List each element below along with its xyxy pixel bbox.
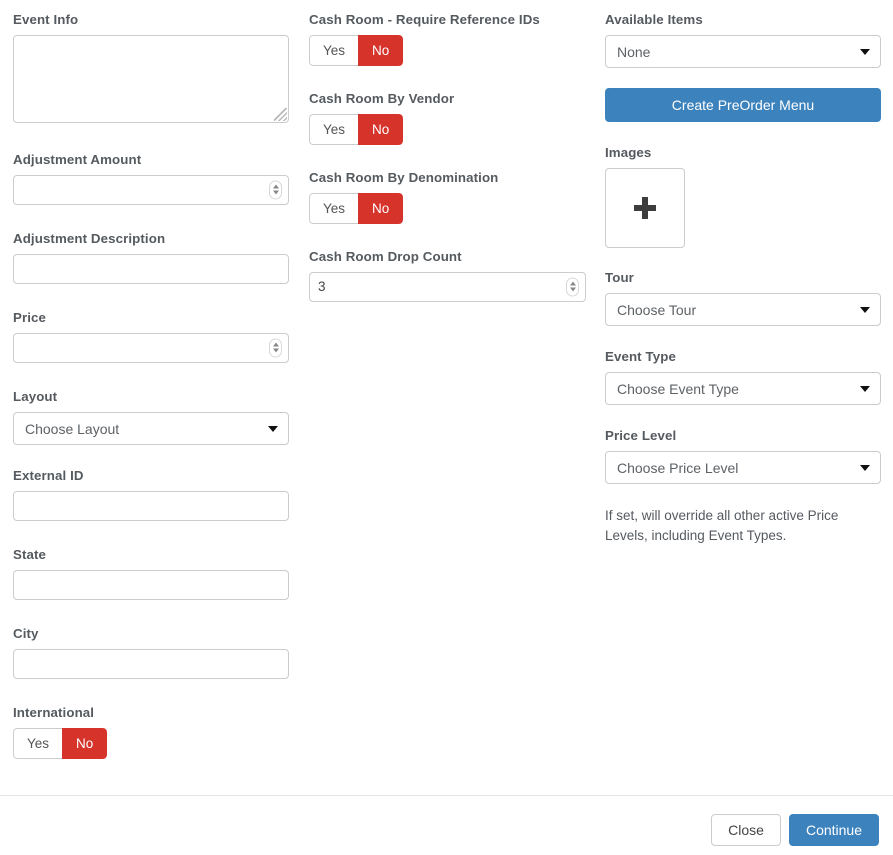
city-input[interactable] [13,649,289,679]
available-items-select[interactable]: None [605,35,881,68]
cash-room-by-denomination-toggle[interactable]: Yes No [309,193,403,224]
external-id-input[interactable] [13,491,289,521]
adjustment-description-label: Adjustment Description [13,231,289,247]
continue-button[interactable]: Continue [789,814,879,846]
cash-room-by-vendor-no-option[interactable]: No [358,114,403,145]
stepper-down-icon[interactable] [273,191,279,195]
field-city: City [13,626,289,679]
tour-select[interactable]: Choose Tour [605,293,881,326]
modal-body: Event Info Adjustment Amount Adjustme [0,0,893,795]
cash-room-drop-count-label: Cash Room Drop Count [309,249,586,265]
cash-room-require-reference-ids-no-option[interactable]: No [358,35,403,66]
cash-room-by-vendor-yes-option[interactable]: Yes [309,114,358,145]
adjustment-amount-input[interactable] [13,175,289,205]
international-label: International [13,705,289,721]
external-id-label: External ID [13,468,289,484]
cash-room-require-reference-ids-label: Cash Room - Require Reference IDs [309,12,586,28]
international-toggle[interactable]: Yes No [13,728,107,759]
cash-room-by-denomination-label: Cash Room By Denomination [309,170,586,186]
cash-room-by-vendor-label: Cash Room By Vendor [309,91,586,107]
field-cash-room-require-reference-ids: Cash Room - Require Reference IDs Yes No [309,12,586,66]
cash-room-drop-count-input[interactable] [309,272,586,302]
modal-footer: Close Continue [0,795,893,855]
event-type-label: Event Type [605,349,881,365]
price-level-label: Price Level [605,428,881,444]
layout-select[interactable]: Choose Layout [13,412,289,445]
close-button[interactable]: Close [711,814,781,846]
price-level-select[interactable]: Choose Price Level [605,451,881,484]
adjustment-amount-label: Adjustment Amount [13,152,289,168]
footer-buttons: Close Continue [711,814,879,846]
stepper-down-icon[interactable] [570,288,576,292]
field-adjustment-description: Adjustment Description [13,231,289,284]
adjustment-amount-stepper[interactable] [269,180,282,199]
price-label: Price [13,310,289,326]
price-input[interactable] [13,333,289,363]
price-stepper[interactable] [269,338,282,357]
create-preorder-menu-button[interactable]: Create PreOrder Menu [605,88,881,122]
cash-room-require-reference-ids-toggle[interactable]: Yes No [309,35,403,66]
international-yes-option[interactable]: Yes [13,728,62,759]
state-label: State [13,547,289,563]
field-international: International Yes No [13,705,289,759]
field-tour: Tour Choose Tour [605,270,881,326]
field-event-type: Event Type Choose Event Type [605,349,881,405]
add-image-tile[interactable] [605,168,685,248]
event-info-textarea[interactable] [13,35,289,123]
cash-room-require-reference-ids-yes-option[interactable]: Yes [309,35,358,66]
layout-label: Layout [13,389,289,405]
adjustment-description-input[interactable] [13,254,289,284]
city-label: City [13,626,289,642]
field-images: Images [605,145,881,248]
field-cash-room-by-vendor: Cash Room By Vendor Yes No [309,91,586,145]
field-price: Price [13,310,289,363]
images-label: Images [605,145,881,161]
field-available-items: Available Items None [605,12,881,68]
cash-room-by-denomination-yes-option[interactable]: Yes [309,193,358,224]
stepper-down-icon[interactable] [273,349,279,353]
stepper-up-icon[interactable] [570,282,576,286]
event-settings-modal: Event Info Adjustment Amount Adjustme [0,0,893,855]
field-event-info: Event Info [13,12,289,123]
cash-room-by-denomination-no-option[interactable]: No [358,193,403,224]
available-items-label: Available Items [605,12,881,28]
field-cash-room-by-denomination: Cash Room By Denomination Yes No [309,170,586,224]
international-no-option[interactable]: No [62,728,107,759]
stepper-up-icon[interactable] [273,343,279,347]
stepper-up-icon[interactable] [273,185,279,189]
field-external-id: External ID [13,468,289,521]
create-preorder-menu-button-wrap: Create PreOrder Menu [605,88,881,122]
event-type-select[interactable]: Choose Event Type [605,372,881,405]
tour-label: Tour [605,270,881,286]
state-input[interactable] [13,570,289,600]
plus-icon [634,197,656,219]
price-level-help-text: If set, will override all other active P… [605,506,863,545]
field-layout: Layout Choose Layout [13,389,289,445]
event-info-label: Event Info [13,12,289,28]
cash-room-drop-count-stepper[interactable] [566,277,579,296]
field-price-level: Price Level Choose Price Level [605,428,881,484]
field-state: State [13,547,289,600]
field-cash-room-drop-count: Cash Room Drop Count [309,249,586,302]
cash-room-by-vendor-toggle[interactable]: Yes No [309,114,403,145]
field-adjustment-amount: Adjustment Amount [13,152,289,205]
